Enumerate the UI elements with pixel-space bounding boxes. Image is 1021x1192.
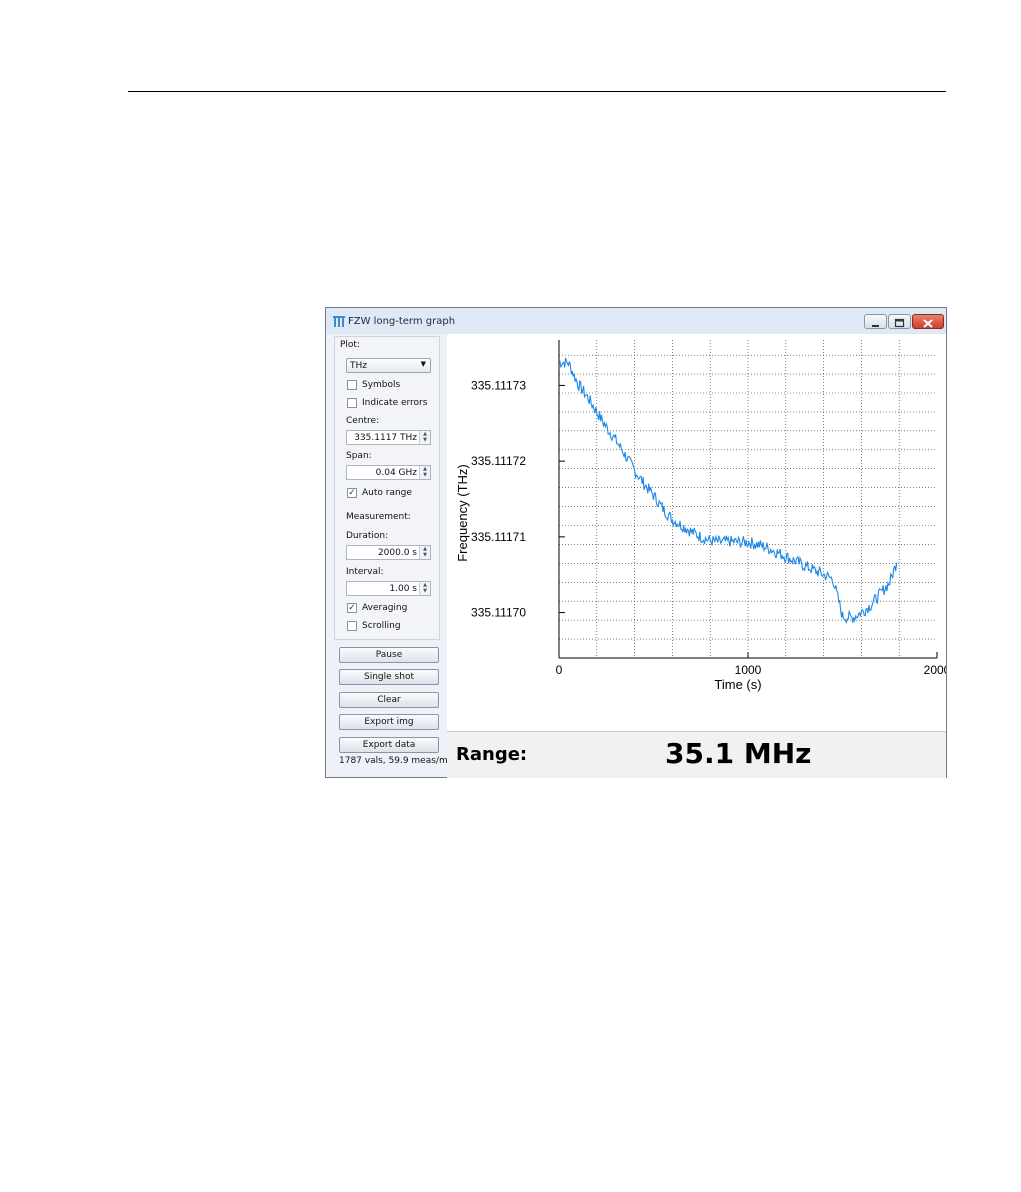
- window-title: FZW long-term graph: [348, 316, 456, 327]
- frequency-chart[interactable]: 335.11170 335.11171 335.11172 335.11173 0 100…: [447, 334, 951, 731]
- page-header-rule: [128, 91, 946, 92]
- x-tick-label: 1000: [735, 663, 762, 677]
- centre-spinbox[interactable]: 335.1117 THz ▲ ▼: [346, 430, 431, 445]
- app-window: FZW long-term graph Plot: THz ▼ Symbols …: [325, 307, 951, 778]
- range-label: Range:: [456, 744, 528, 765]
- stepper-arrows-icon[interactable]: ▲ ▼: [419, 431, 430, 444]
- pause-button[interactable]: Pause: [339, 647, 439, 663]
- y-axis-label: Frequency (THz): [455, 464, 470, 562]
- unit-select[interactable]: THz ▼: [346, 358, 431, 373]
- indicate-errors-checkbox[interactable]: [347, 398, 357, 408]
- scrolling-checkbox[interactable]: [347, 621, 357, 631]
- app-logo-icon: [333, 316, 345, 327]
- duration-spinbox[interactable]: 2000.0 s ▲ ▼: [346, 545, 431, 560]
- control-sidebar: Plot: THz ▼ Symbols Indicate errors Cent…: [332, 336, 456, 773]
- x-axis-label: Time (s): [714, 677, 761, 692]
- indicate-errors-label: Indicate errors: [362, 398, 428, 408]
- plot-group-label: Plot:: [340, 340, 360, 350]
- y-tick-label: 335.11172: [471, 454, 526, 468]
- range-readout-bar: Range: 35.1 MHz: [447, 731, 946, 778]
- title-bar[interactable]: FZW long-term graph: [326, 308, 946, 334]
- range-value: 35.1 MHz: [665, 737, 812, 770]
- symbols-label: Symbols: [362, 380, 401, 390]
- interval-value: 1.00 s: [389, 584, 417, 594]
- duration-label: Duration:: [346, 531, 389, 541]
- status-text: 1787 vals, 59.9 meas/min: [339, 756, 456, 766]
- chevron-down-icon: ▼: [420, 360, 426, 368]
- averaging-label: Averaging: [362, 603, 408, 613]
- averaging-checkbox[interactable]: [347, 603, 357, 613]
- centre-label: Centre:: [346, 416, 380, 426]
- maximize-icon: [894, 318, 905, 328]
- export-data-button[interactable]: Export data: [339, 737, 439, 753]
- minimize-icon: [872, 325, 879, 327]
- minimize-button[interactable]: [864, 314, 887, 329]
- stepper-arrows-icon[interactable]: ▲ ▼: [419, 546, 430, 559]
- x-tick-label: 2000: [924, 663, 946, 677]
- measurement-label: Measurement:: [346, 512, 411, 522]
- stepper-arrows-icon[interactable]: ▲ ▼: [419, 582, 430, 595]
- clear-button[interactable]: Clear: [339, 692, 439, 708]
- span-value: 0.04 GHz: [375, 468, 417, 478]
- stepper-arrows-icon[interactable]: ▲ ▼: [419, 466, 430, 479]
- auto-range-label: Auto range: [362, 488, 412, 498]
- y-tick-label: 335.11171: [471, 530, 526, 544]
- close-button[interactable]: [912, 314, 944, 329]
- y-tick-label: 335.11173: [471, 378, 526, 392]
- plot-area[interactable]: 335.11170 335.11171 335.11172 335.11173 0 100…: [447, 334, 951, 731]
- unit-select-value: THz: [350, 361, 367, 371]
- single-shot-button[interactable]: Single shot: [339, 669, 439, 685]
- export-img-button[interactable]: Export img: [339, 714, 439, 730]
- scrolling-label: Scrolling: [362, 621, 401, 631]
- interval-label: Interval:: [346, 567, 384, 577]
- span-label: Span:: [346, 451, 372, 461]
- interval-spinbox[interactable]: 1.00 s ▲ ▼: [346, 581, 431, 596]
- centre-value: 335.1117 THz: [354, 433, 417, 443]
- symbols-checkbox[interactable]: [347, 380, 357, 390]
- close-icon: [923, 319, 933, 328]
- maximize-button[interactable]: [888, 314, 911, 329]
- duration-value: 2000.0 s: [377, 548, 417, 558]
- span-spinbox[interactable]: 0.04 GHz ▲ ▼: [346, 465, 431, 480]
- y-tick-label: 335.11170: [471, 606, 526, 620]
- frequency-series-line: [558, 357, 898, 625]
- x-tick-label: 0: [556, 663, 563, 677]
- auto-range-checkbox[interactable]: [347, 488, 357, 498]
